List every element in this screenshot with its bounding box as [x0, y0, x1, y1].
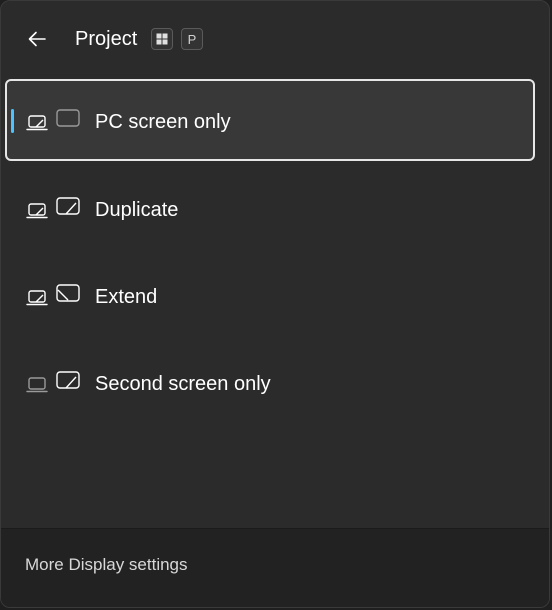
windows-key-icon	[151, 28, 173, 50]
duplicate-icon	[26, 197, 80, 219]
option-pc-screen-only[interactable]: PC screen only	[5, 79, 535, 161]
flyout-footer: More Display settings	[1, 528, 549, 607]
more-display-settings-link[interactable]: More Display settings	[25, 555, 188, 575]
flyout-title: Project	[75, 28, 138, 50]
option-label: Duplicate	[95, 199, 179, 221]
flyout-header: Project P	[1, 1, 549, 77]
p-key: P	[181, 28, 203, 50]
arrow-left-icon	[28, 31, 46, 47]
option-label: Extend	[95, 286, 158, 308]
second-screen-only-icon	[26, 371, 80, 393]
option-label: Second screen only	[95, 373, 271, 395]
option-extend[interactable]: Extend	[5, 254, 535, 336]
project-flyout: Project P PC screen only Duplicate Exten…	[0, 0, 550, 608]
extend-icon	[26, 284, 80, 306]
back-button[interactable]	[19, 21, 55, 57]
selection-indicator	[11, 109, 14, 133]
pc-screen-only-icon	[26, 109, 80, 131]
option-second-screen-only[interactable]: Second screen only	[5, 341, 535, 423]
option-label: PC screen only	[95, 111, 231, 133]
option-duplicate[interactable]: Duplicate	[5, 167, 535, 249]
